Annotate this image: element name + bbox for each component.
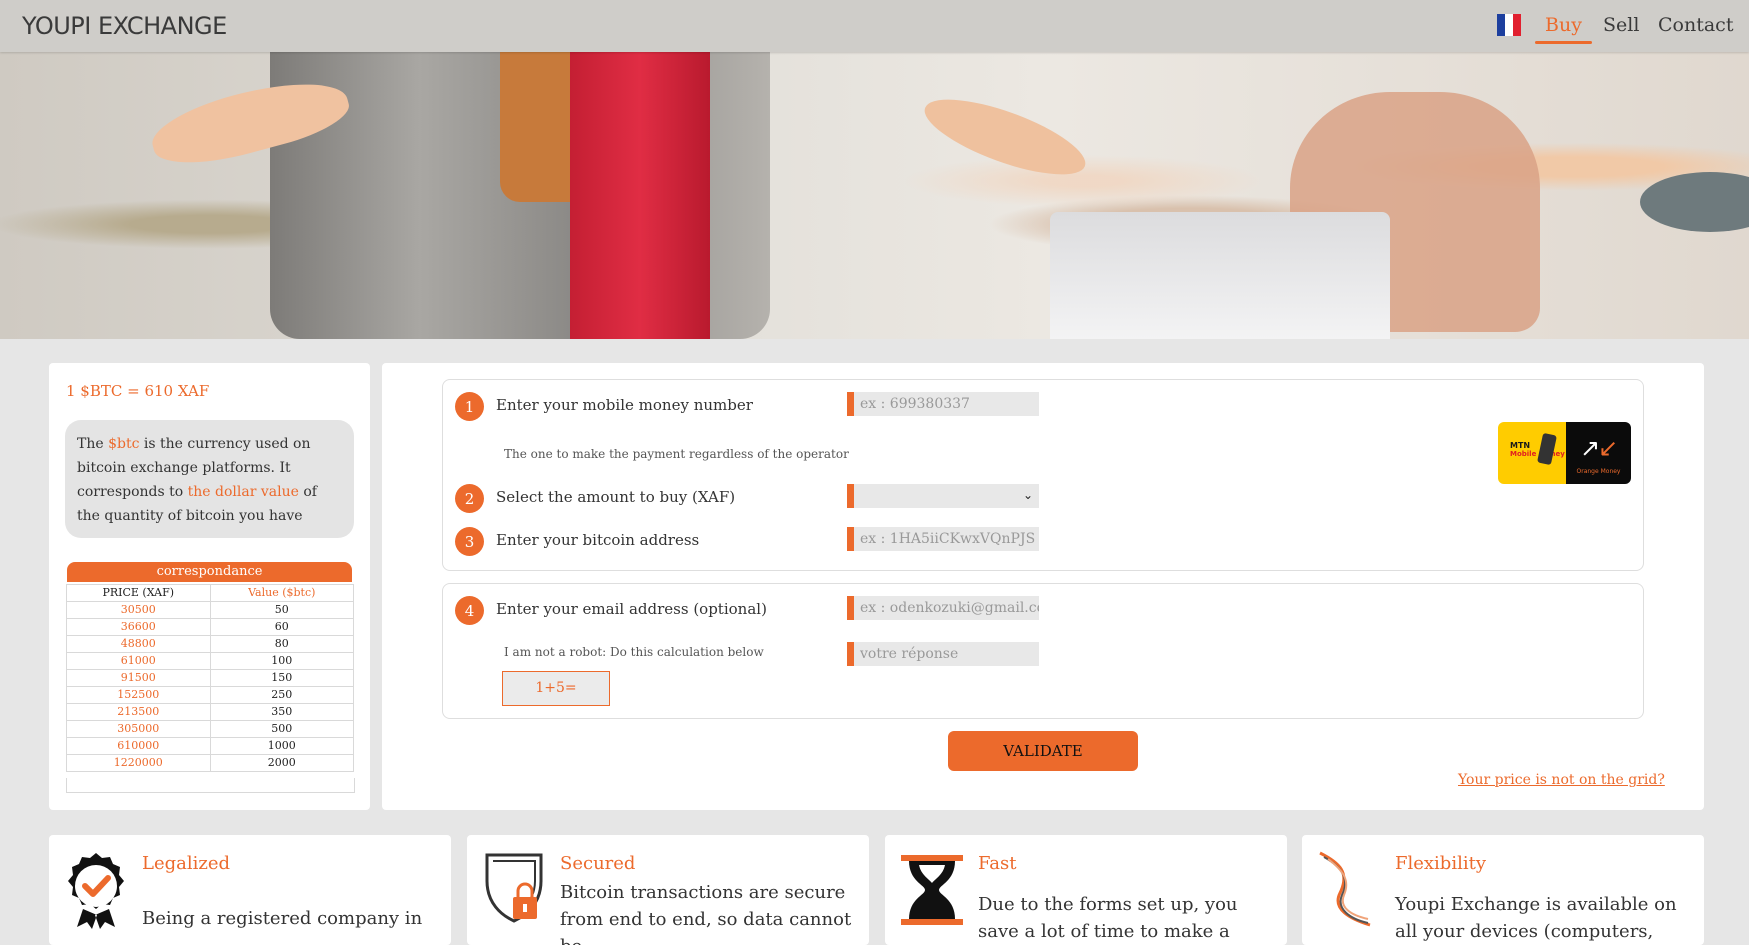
feature-legalized: Legalized Being a registered company in — [49, 835, 451, 945]
table-row: 48800 80 — [66, 635, 354, 653]
feature-text: Due to the forms set up, you save a lot … — [978, 894, 1238, 942]
table-row: 61000 100 — [66, 652, 354, 670]
price-cell: 36600 — [66, 618, 211, 636]
email-input[interactable]: ex : odenkozuki@gmail.cc — [847, 596, 1039, 620]
value-cell: 100 — [209, 652, 354, 670]
feature-flexibility: Flexibility Youpi Exchange is available … — [1302, 835, 1704, 945]
price-cell: 1220000 — [66, 754, 211, 772]
value-cell: 60 — [209, 618, 354, 636]
chevron-down-icon: ⌄ — [1022, 488, 1033, 502]
value-cell: 500 — [209, 720, 354, 738]
value-cell: 250 — [209, 686, 354, 704]
value-cell: 150 — [209, 669, 354, 687]
flexible-ribbon-icon — [1319, 851, 1371, 927]
table-row: 305000 500 — [66, 720, 354, 738]
mobile-number-input[interactable]: ex : 699380337 — [847, 392, 1039, 416]
shield-lock-icon — [485, 853, 543, 923]
table-row: 610000 1000 — [66, 737, 354, 755]
step-2-badge: 2 — [455, 484, 484, 513]
table-row: 36600 60 — [66, 618, 354, 636]
amount-select[interactable]: ⌄ — [847, 484, 1039, 508]
amount-label: Select the amount to buy (XAF) — [496, 488, 736, 506]
feature-text: Bitcoin transactions are secure from end… — [560, 882, 852, 945]
table-row: 152500 250 — [66, 686, 354, 704]
price-cell: 213500 — [66, 703, 211, 721]
email-label: Enter your email address (optional) — [496, 600, 767, 618]
btc-rate: 1 $BTC = 610 XAF — [66, 382, 210, 400]
table-row: 91500 150 — [66, 669, 354, 687]
nav-link-buy[interactable]: Buy — [1535, 14, 1592, 44]
value-cell: 2000 — [209, 754, 354, 772]
nav-link-sell[interactable]: Sell — [1603, 14, 1639, 36]
price-cell: 152500 — [66, 686, 211, 704]
table-row: 30500 50 — [66, 601, 354, 619]
france-flag-icon[interactable] — [1497, 14, 1521, 36]
table-header-row: PRICE (XAF) Value ($btc) — [66, 584, 354, 602]
feature-title: Flexibility — [1395, 853, 1487, 874]
nav-link-contact[interactable]: Contact — [1658, 14, 1733, 36]
table-row: 1220000 2000 — [66, 754, 354, 772]
step-1-badge: 1 — [455, 392, 484, 421]
robot-hint: I am not a robot: Do this calculation be… — [504, 645, 764, 659]
orange-money-logo: ↗ ↙ Orange Money — [1566, 422, 1631, 484]
captcha-question: 1+5= — [502, 671, 610, 706]
value-cell: 80 — [209, 635, 354, 653]
operator-hint: The one to make the payment regardless o… — [504, 447, 849, 461]
bitcoin-address-label: Enter your bitcoin address — [496, 531, 700, 549]
mobile-number-label: Enter your mobile money number — [496, 396, 753, 414]
step-4-badge: 4 — [455, 596, 484, 625]
feature-fast: Fast Due to the forms set up, you save a… — [885, 835, 1287, 945]
feature-title: Fast — [978, 853, 1017, 874]
price-cell: 61000 — [66, 652, 211, 670]
payment-operators-logo: MTN Mobile Money ↗ ↙ Orange Money — [1498, 422, 1631, 484]
hourglass-icon — [901, 855, 963, 925]
logo[interactable]: YOUPI EXCHANGE — [22, 12, 227, 40]
value-cell: 1000 — [209, 737, 354, 755]
value-column-header: Value ($btc) — [209, 584, 354, 602]
hero-banner-image — [0, 52, 1749, 339]
price-cell: 48800 — [66, 635, 211, 653]
feature-text: Being a registered company in — [142, 908, 423, 929]
price-cell: 91500 — [66, 669, 211, 687]
price-cell: 610000 — [66, 737, 211, 755]
price-cell: 30500 — [66, 601, 211, 619]
feature-title: Secured — [560, 853, 636, 874]
price-cell: 305000 — [66, 720, 211, 738]
btc-info-bubble: The $btc is the currency used on bitcoin… — [65, 420, 354, 538]
table-row: 213500 350 — [66, 703, 354, 721]
certified-badge-icon — [68, 853, 124, 929]
top-navbar: YOUPI EXCHANGE Buy Sell Contact — [0, 0, 1749, 52]
step-3-badge: 3 — [455, 527, 484, 556]
value-cell: 50 — [209, 601, 354, 619]
feature-title: Legalized — [142, 853, 231, 874]
value-cell: 350 — [209, 703, 354, 721]
bitcoin-address-input[interactable]: ex : 1HA5iiCKwxVQnPJS — [847, 527, 1039, 551]
correspondance-title: correspondance — [67, 562, 352, 582]
feature-text: Youpi Exchange is available on all your … — [1395, 894, 1677, 942]
mtn-mobile-money-logo: MTN Mobile Money — [1498, 422, 1566, 484]
captcha-answer-input[interactable]: votre réponse — [847, 642, 1039, 666]
table-footer — [66, 778, 355, 793]
price-not-on-grid-link[interactable]: Your price is not on the grid? — [1458, 772, 1665, 788]
validate-button[interactable]: VALIDATE — [948, 731, 1138, 771]
correspondance-table: PRICE (XAF) Value ($btc) 30500 50 36600 60… — [66, 584, 354, 772]
price-column-header: PRICE (XAF) — [66, 584, 211, 602]
feature-secured: Secured Bitcoin transactions are secure … — [467, 835, 869, 945]
